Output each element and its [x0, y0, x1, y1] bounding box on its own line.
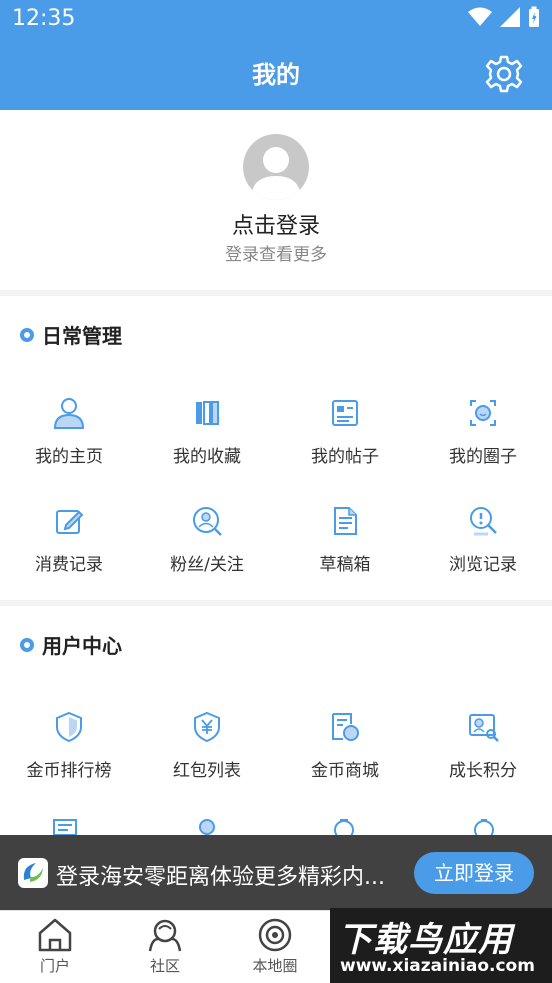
- grid-item-label: 我的收藏: [173, 447, 241, 467]
- circle-icon: [470, 400, 496, 426]
- grid-item-label: 粉丝/关注: [170, 555, 244, 575]
- grid-item-label: 浏览记录: [449, 555, 517, 575]
- grid-item-red-packets[interactable]: 红包列表: [138, 710, 276, 781]
- yen-shield-icon: [194, 711, 220, 743]
- default-avatar-icon: [251, 147, 301, 200]
- grid-item-fans-follow[interactable]: 粉丝/关注: [138, 504, 276, 575]
- section-title: 日常管理: [42, 324, 122, 348]
- browse-icon: [470, 507, 497, 536]
- login-title[interactable]: 点击登录: [0, 208, 552, 240]
- grid-item-coin-ranking[interactable]: 金币排行榜: [0, 710, 138, 781]
- grid-item-label: 红包列表: [173, 761, 241, 781]
- app-logo: [18, 858, 48, 888]
- grid-item-label: 金币商城: [311, 761, 379, 781]
- nav-item-local-circle[interactable]: 本地圈: [220, 917, 330, 976]
- nav-label: 本地圈: [252, 957, 298, 975]
- watermark-main: 下载鸟应用: [338, 920, 513, 960]
- nav-item-community[interactable]: 社区: [110, 917, 220, 976]
- profile-card[interactable]: 点击登录 登录查看更多: [0, 110, 552, 290]
- top-bar: 12:35 我的: [0, 0, 552, 110]
- shield-icon: [56, 711, 82, 743]
- status-icons: [468, 6, 540, 28]
- grid-item-my-posts[interactable]: 我的帖子: [276, 396, 414, 467]
- wifi-icon: [468, 7, 492, 26]
- login-banner: 登录海安零距离体验更多精彩内... 立即登录: [0, 835, 552, 910]
- gear-icon[interactable]: [484, 54, 524, 94]
- document-icon[interactable]: [52, 818, 80, 835]
- fans-icon: [193, 507, 222, 536]
- section-header: 用户中心: [20, 630, 122, 659]
- watermark-sub: www.xiazainiao.com: [340, 956, 535, 976]
- edit-icon: [56, 510, 84, 534]
- section-dot-icon: [20, 327, 34, 342]
- store-icon: [332, 713, 359, 741]
- grid-item-my-homepage[interactable]: 我的主页: [0, 396, 138, 467]
- grid-item-label: 消费记录: [35, 555, 103, 575]
- avatar[interactable]: [243, 134, 309, 200]
- grid-item-drafts[interactable]: 草稿箱: [276, 504, 414, 575]
- grid-item-spending-records[interactable]: 消费记录: [0, 504, 138, 575]
- grid-item-browsing-history[interactable]: 浏览记录: [414, 504, 552, 575]
- timer-icon[interactable]: [330, 818, 358, 835]
- home-icon: [38, 918, 72, 952]
- community-icon: [148, 919, 182, 952]
- grid-item-growth-points[interactable]: 成长积分: [414, 710, 552, 781]
- grid-item-label: 草稿箱: [319, 555, 371, 575]
- grid-item-label: 我的圈子: [449, 447, 517, 467]
- post-icon: [332, 400, 358, 426]
- app-logo-icon: [23, 863, 43, 882]
- nav-item-portal[interactable]: 门户: [0, 917, 110, 976]
- page-title: 我的: [252, 61, 300, 89]
- grid-item-my-favorites[interactable]: 我的收藏: [138, 396, 276, 467]
- user-center-section: 用户中心 金币排行榜 红包列表 金币商城 成长积分: [0, 606, 552, 835]
- draft-icon: [334, 507, 357, 535]
- nav-label: 社区: [149, 957, 180, 975]
- coin-hand-icon[interactable]: [192, 818, 222, 835]
- grid-item-label: 成长积分: [449, 761, 517, 781]
- grid-item-label: 我的帖子: [311, 447, 379, 467]
- user-icon: [53, 398, 85, 429]
- battery-icon: [529, 6, 539, 27]
- local-circle-icon: [258, 918, 292, 952]
- section-dot-icon: [20, 637, 34, 652]
- grid-item-coin-store[interactable]: 金币商城: [276, 710, 414, 781]
- books-icon: [196, 401, 219, 425]
- grid-item-label: 金币排行榜: [26, 761, 112, 781]
- section-title: 用户中心: [42, 634, 122, 658]
- login-now-button[interactable]: 立即登录: [414, 852, 534, 894]
- nav-label: 门户: [39, 957, 70, 975]
- grid-item-my-circles[interactable]: 我的圈子: [414, 396, 552, 467]
- daily-management-section: 日常管理 我的主页 我的收藏 我的帖子 我的圈子 消费记录 粉丝/关注 草稿箱 …: [0, 296, 552, 600]
- grid-item-label: 我的主页: [35, 447, 103, 467]
- section-header: 日常管理: [20, 320, 122, 349]
- signal-icon: [500, 7, 520, 27]
- banner-text: 登录海安零距离体验更多精彩内...: [56, 865, 385, 890]
- growth-icon: [469, 714, 499, 742]
- watermark: 下载鸟应用 www.xiazainiao.com: [330, 908, 552, 983]
- status-time: 12:35: [12, 6, 76, 31]
- stopwatch-icon[interactable]: [470, 818, 498, 835]
- login-subtitle: 登录查看更多: [225, 245, 327, 265]
